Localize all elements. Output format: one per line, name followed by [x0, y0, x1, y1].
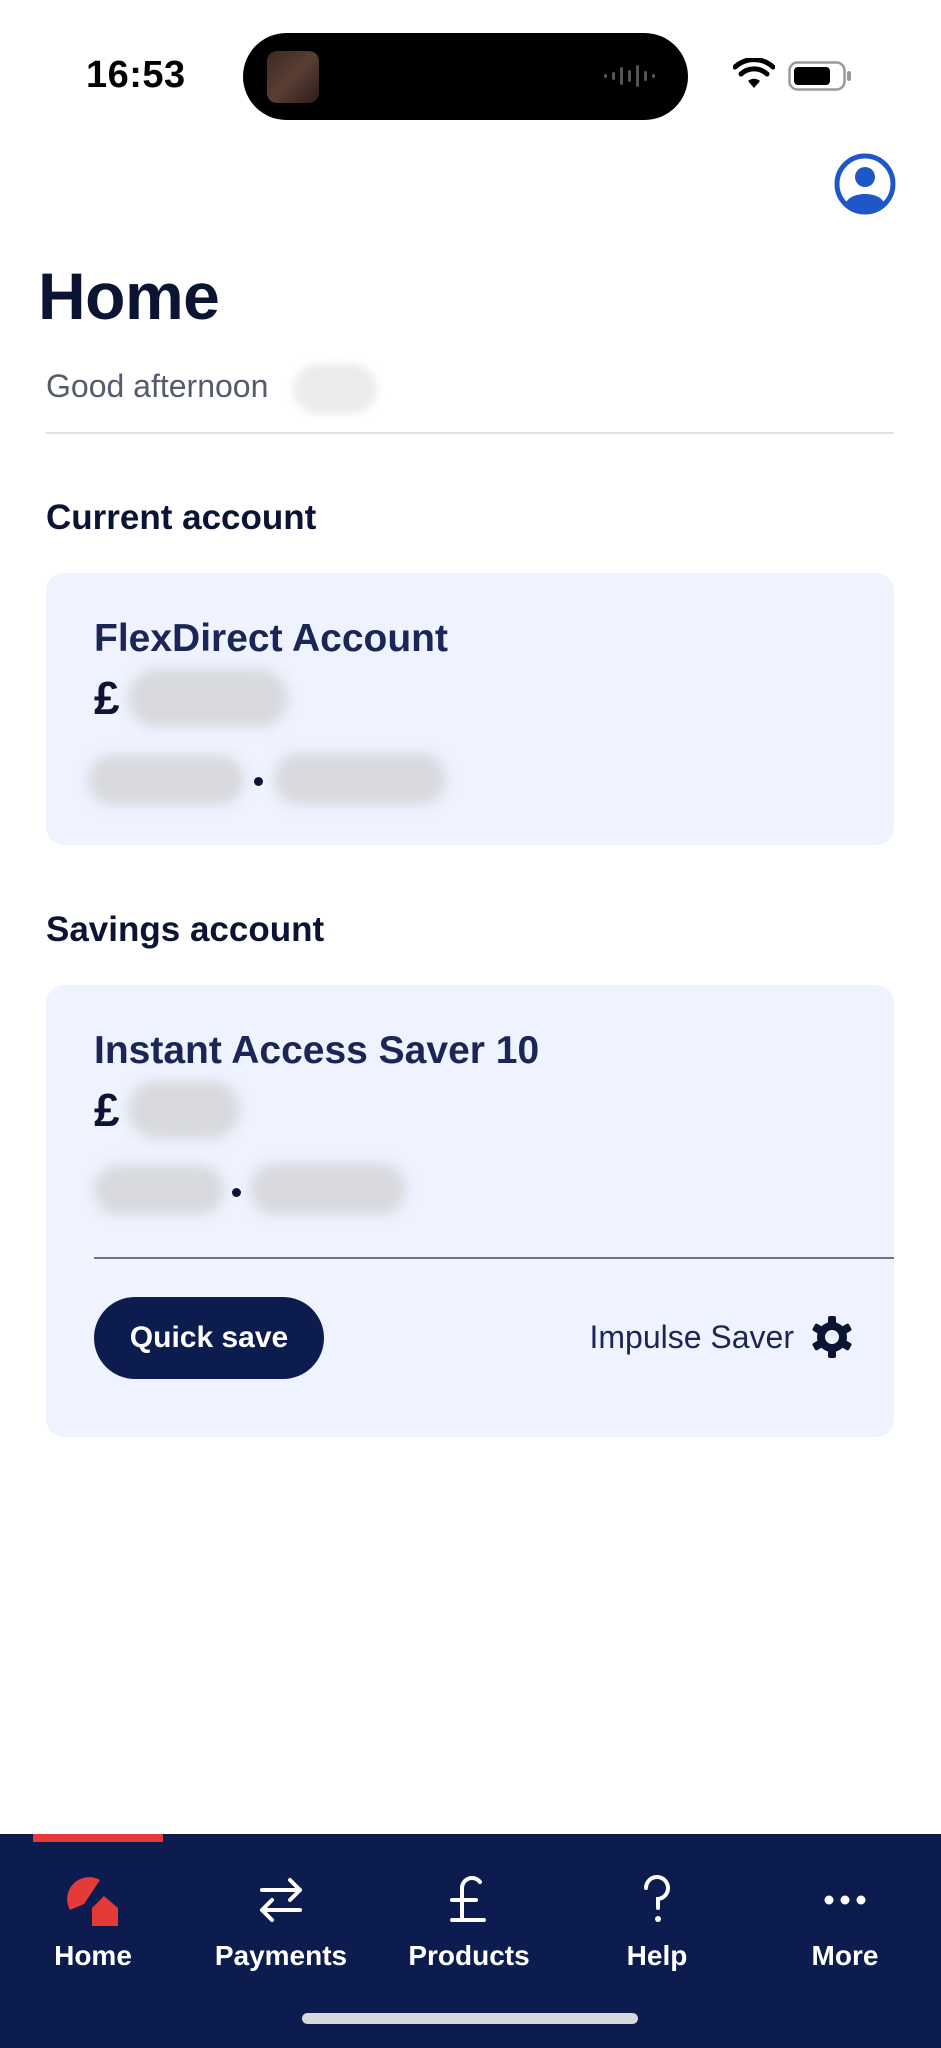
redacted-name	[293, 364, 377, 414]
separator-dot	[254, 777, 263, 786]
tab-home-label: Home	[54, 1940, 132, 1971]
profile-icon[interactable]	[833, 152, 897, 216]
tab-help-label: Help	[626, 1940, 688, 1971]
home-indicator	[302, 2013, 638, 2024]
impulse-saver-label: Impulse Saver	[589, 1318, 794, 1355]
savings-account-card[interactable]: Instant Access Saver 10 £ Quick save Imp…	[46, 985, 894, 1437]
question-icon	[644, 1875, 670, 1922]
tab-products[interactable]: Products	[384, 1864, 554, 1984]
current-account-currency: £	[94, 672, 120, 724]
media-artwork	[267, 51, 319, 103]
current-account-card[interactable]: FlexDirect Account £	[46, 573, 894, 845]
separator-dot	[232, 1188, 241, 1197]
card-divider	[94, 1257, 894, 1259]
more-dots-icon	[824, 1895, 866, 1905]
redacted-sort-code	[94, 1165, 224, 1215]
quick-save-button[interactable]: Quick save	[94, 1297, 324, 1379]
redacted-sort-code	[88, 755, 244, 805]
tab-help[interactable]: Help	[572, 1864, 742, 1984]
tab-more-label: More	[811, 1940, 879, 1971]
savings-account-heading: Savings account	[46, 910, 325, 949]
header-divider	[46, 432, 894, 434]
home-screen: 16:53 Home Good afternoon Current accoun…	[0, 0, 941, 2048]
tab-payments-label: Payments	[214, 1940, 348, 1971]
dynamic-island	[243, 33, 688, 120]
greeting-text: Good afternoon	[46, 368, 269, 404]
redacted-account-number	[250, 1163, 406, 1215]
status-time: 16:53	[86, 54, 186, 96]
current-account-heading: Current account	[46, 498, 317, 537]
tab-home[interactable]: Home	[8, 1864, 178, 1984]
transfer-arrows-icon	[260, 1878, 302, 1922]
tab-payments[interactable]: Payments	[196, 1864, 366, 1984]
redacted-account-number	[274, 753, 446, 805]
pound-icon	[450, 1876, 486, 1922]
savings-account-currency: £	[94, 1084, 120, 1136]
tab-more[interactable]: More	[760, 1864, 930, 1984]
savings-account-name: Instant Access Saver 10	[94, 1029, 540, 1072]
redacted-balance	[128, 1081, 240, 1139]
gear-icon	[812, 1316, 852, 1358]
audio-wave-icon	[604, 65, 655, 87]
home-icon	[67, 1877, 118, 1926]
current-account-name: FlexDirect Account	[94, 617, 448, 660]
page-title: Home	[38, 259, 220, 333]
wifi-icon	[733, 58, 775, 88]
battery-icon	[788, 61, 851, 91]
redacted-balance	[128, 669, 288, 727]
active-tab-indicator	[33, 1834, 163, 1842]
impulse-saver-settings[interactable]: Impulse Saver	[589, 1315, 854, 1359]
tab-products-label: Products	[408, 1940, 530, 1971]
